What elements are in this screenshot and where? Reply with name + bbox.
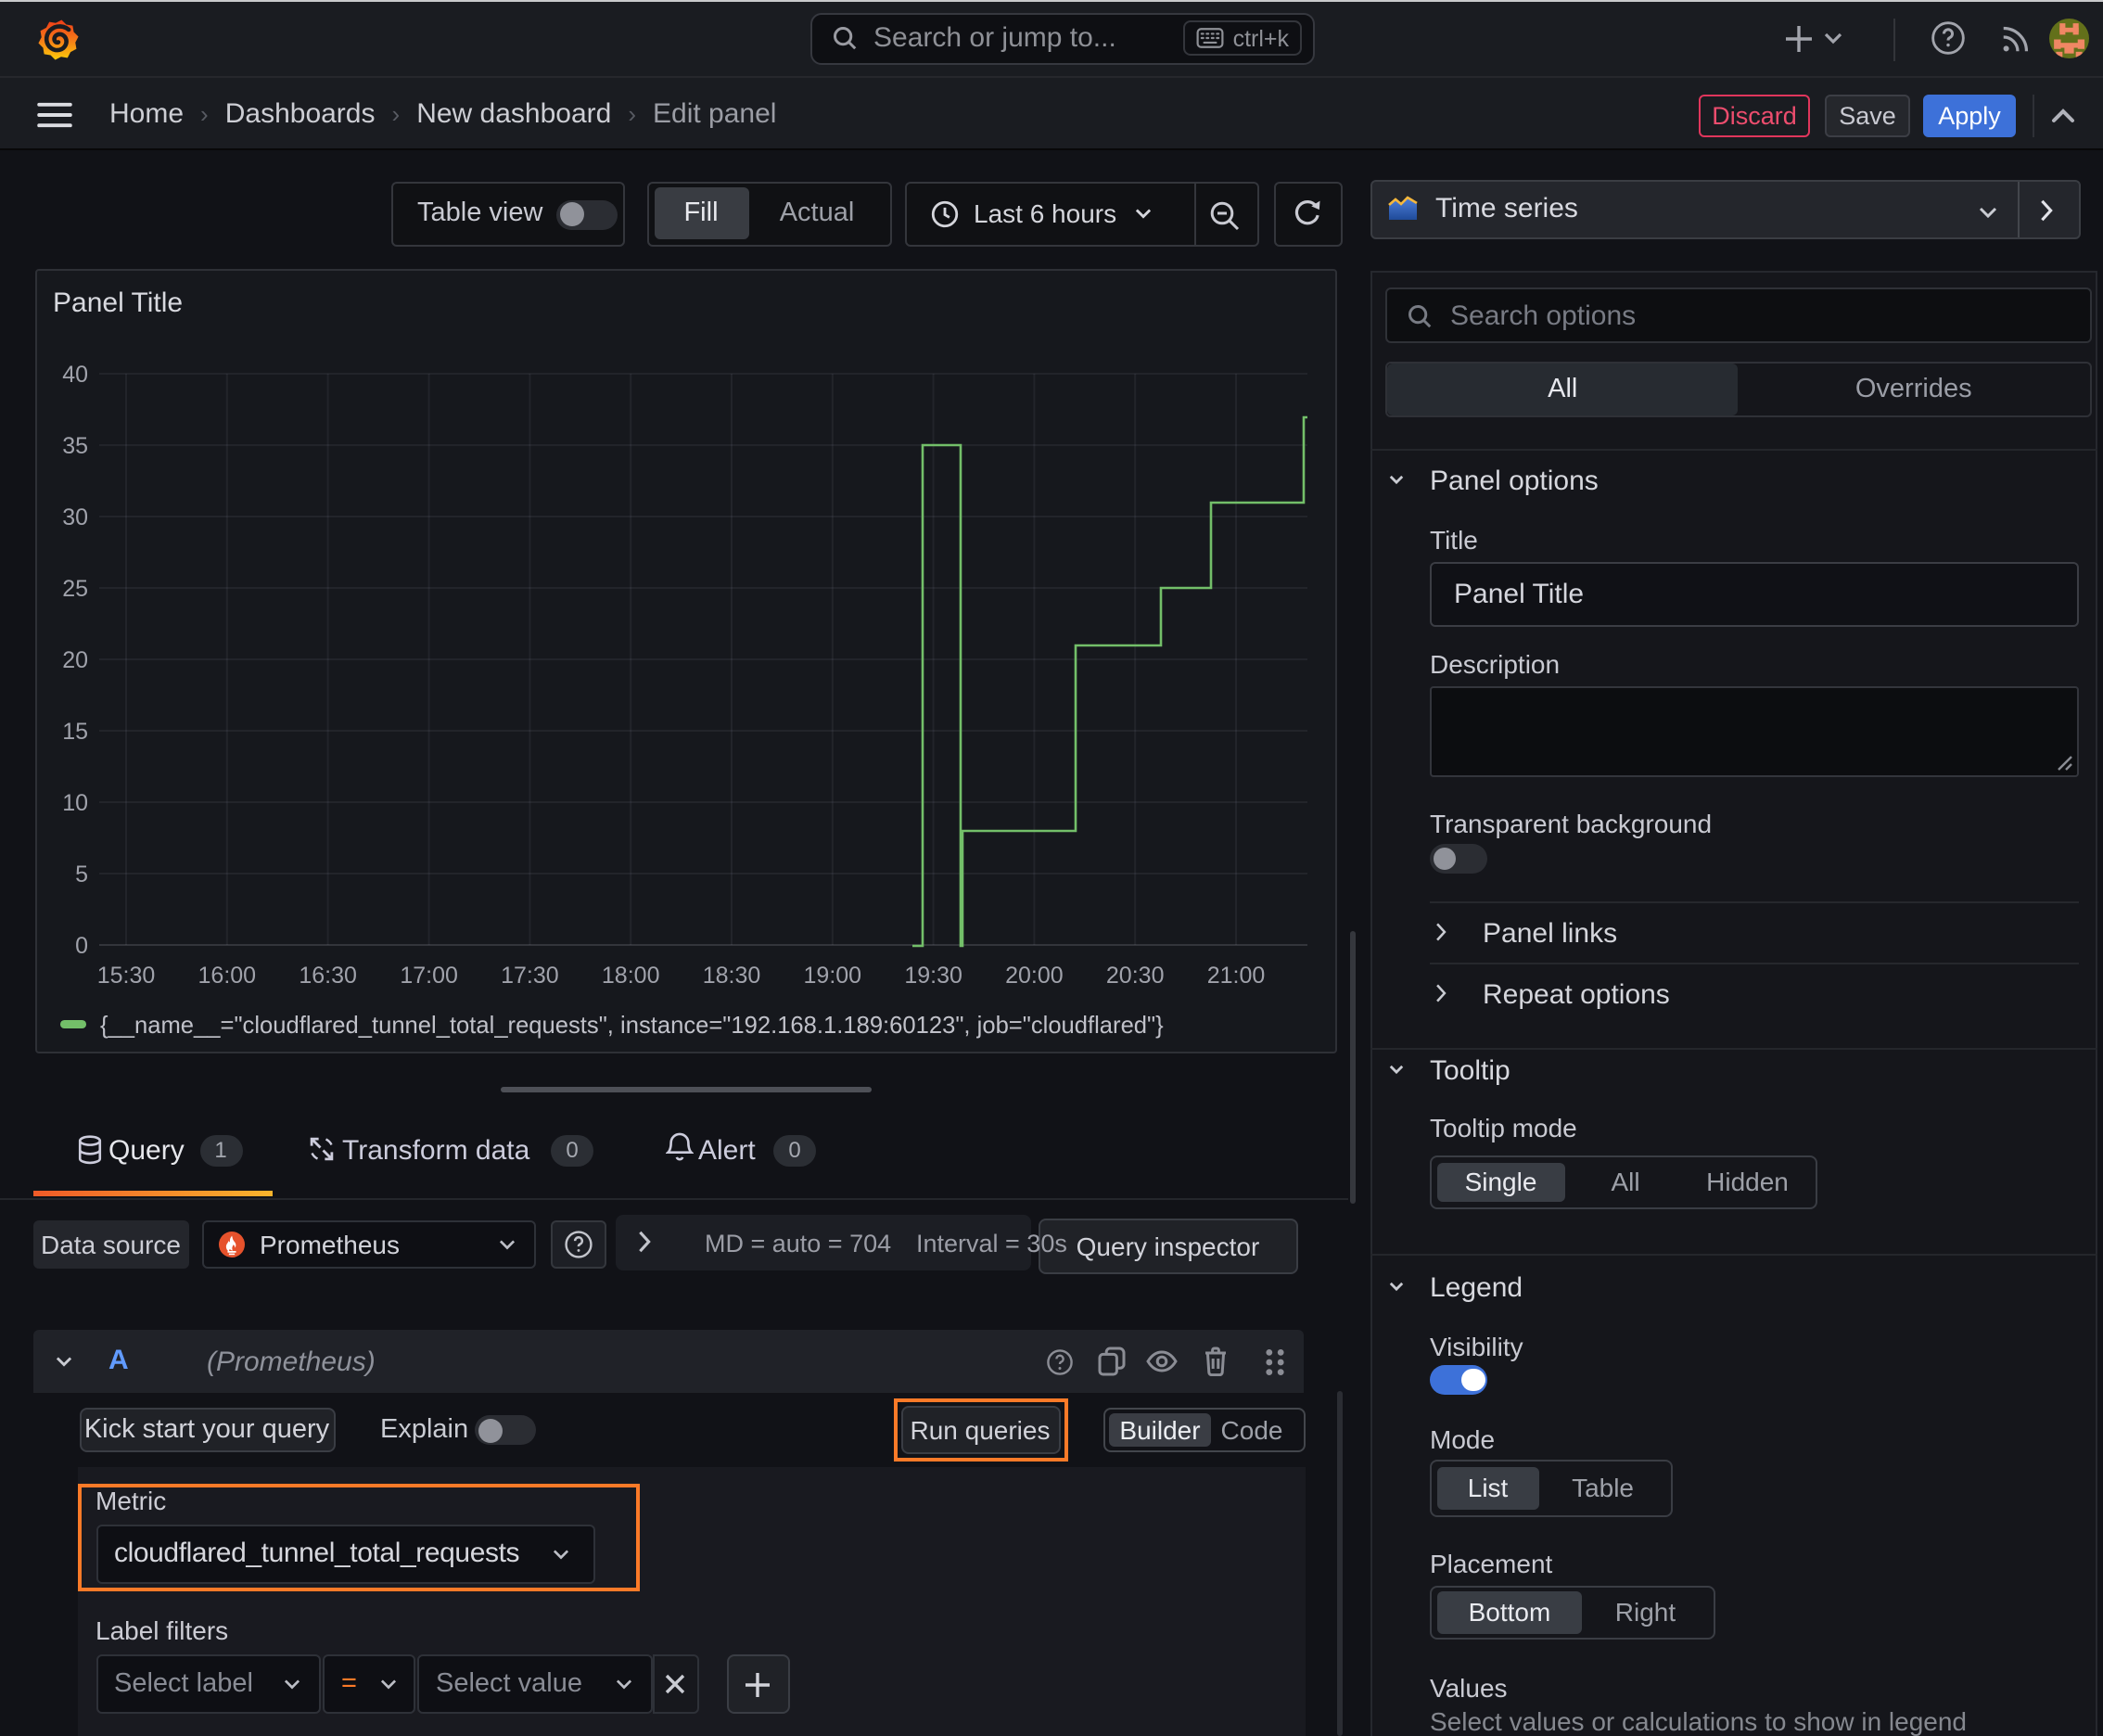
svg-text:18:30: 18:30 [702,963,760,989]
svg-text:10: 10 [61,790,87,816]
svg-text:30: 30 [61,504,87,530]
svg-text:17:30: 17:30 [500,963,558,989]
svg-text:19:30: 19:30 [903,963,962,989]
svg-text:35: 35 [61,433,87,459]
svg-text:20:30: 20:30 [1105,963,1164,989]
svg-text:40: 40 [61,362,87,388]
svg-text:20:00: 20:00 [1004,963,1063,989]
svg-text:15:30: 15:30 [96,963,155,989]
svg-text:15: 15 [61,719,87,745]
svg-text:17:00: 17:00 [399,963,457,989]
svg-text:20: 20 [61,647,87,673]
svg-text:19:00: 19:00 [803,963,861,989]
svg-text:{__name__="cloudflared_tunnel_: {__name__="cloudflared_tunnel_total_requ… [99,1013,1163,1039]
svg-text:18:00: 18:00 [601,963,659,989]
svg-text:21:00: 21:00 [1206,963,1265,989]
svg-text:25: 25 [61,576,87,602]
svg-text:5: 5 [74,862,87,887]
svg-text:0: 0 [74,933,87,959]
svg-text:16:00: 16:00 [198,963,256,989]
svg-text:16:30: 16:30 [298,963,356,989]
